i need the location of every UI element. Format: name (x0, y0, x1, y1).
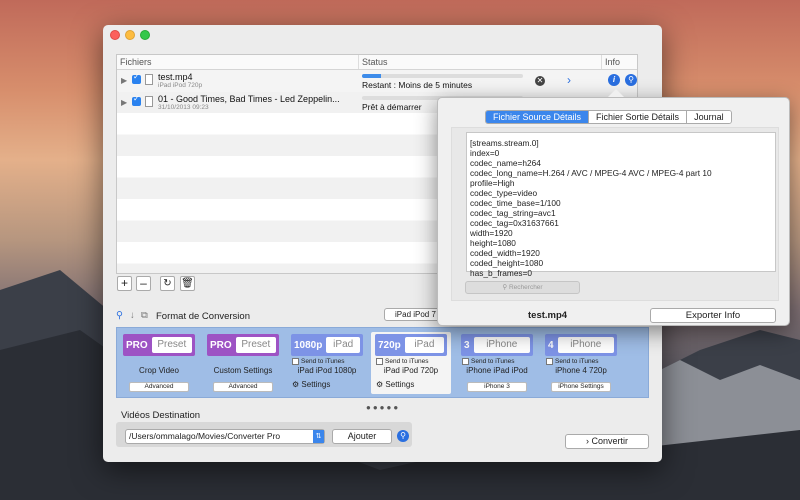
preset-name: iPhone 4 720p (555, 366, 607, 375)
minimize-button[interactable] (125, 30, 135, 40)
destination-path-select[interactable]: /Users/ommalago/Movies/Converter Pro ⇅ (125, 429, 325, 444)
remove-file-button[interactable]: – (136, 276, 151, 291)
close-button[interactable] (110, 30, 120, 40)
details-pane: [streams.stream.0] index=0 codec_name=h2… (451, 127, 779, 301)
send-to-itunes-checkbox[interactable]: Send to iTunes (462, 358, 514, 365)
details-search-field[interactable]: ⚲ Rechercher (465, 281, 580, 294)
file-name: test.mp4 (158, 72, 193, 82)
file-name: 01 - Good Times, Bad Times - Led Zeppeli… (158, 93, 340, 104)
send-to-itunes-checkbox[interactable]: Send to iTunes (376, 358, 428, 365)
trash-icon[interactable]: 🗑 (180, 276, 195, 291)
row-checkbox[interactable] (132, 72, 141, 84)
preset-card-iphone-4[interactable]: 4 iPhone Send to iTunes iPhone 4 720p iPh… (541, 332, 621, 394)
audio-file-icon (145, 95, 153, 107)
video-file-icon (145, 74, 153, 85)
file-date: 31/10/2013 09:23 (158, 103, 209, 111)
send-to-itunes-checkbox[interactable]: Send to iTunes (292, 358, 344, 365)
title-bar[interactable] (103, 25, 662, 45)
col-info[interactable]: Info (602, 55, 637, 69)
preset-name: iPad iPod 1080p (297, 366, 357, 375)
gear-icon: ⚙ (376, 380, 384, 389)
chevron-right-icon: › (585, 436, 589, 446)
search-icon[interactable]: ⚲ (397, 430, 409, 442)
tab-log[interactable]: Journal (687, 111, 731, 123)
export-info-button[interactable]: Exporter Info (650, 308, 776, 323)
details-text[interactable]: [streams.stream.0] index=0 codec_name=h2… (466, 132, 776, 278)
copy-icon[interactable]: ⧉ (141, 310, 148, 321)
status-text: Restant : Moins de 5 minutes (362, 80, 473, 90)
row-checkbox[interactable] (132, 94, 141, 106)
format-presets: PRO Preset Crop Video Advanced PRO Preset … (116, 327, 649, 398)
preset-name: Custom Settings (213, 366, 273, 375)
preset-badge: PRO Preset (123, 334, 195, 356)
preset-tab[interactable]: iPad iPod 7 (384, 308, 444, 321)
col-files[interactable]: Fichiers (117, 55, 359, 69)
preset-name: iPhone iPad iPod (466, 366, 528, 375)
info-icon[interactable]: i (608, 74, 620, 86)
settings-button[interactable]: ⚙ Settings (292, 380, 330, 389)
format-title: Format de Conversion (156, 311, 250, 322)
disclosure-icon[interactable]: ▶ (121, 76, 127, 85)
convert-button[interactable]: › Convertir (565, 434, 649, 449)
tab-source-details[interactable]: Fichier Source Détails (486, 111, 590, 123)
iphone-3-button[interactable]: iPhone 3 (467, 382, 527, 392)
disclosure-icon[interactable]: ▶ (121, 98, 127, 107)
destination-title: Vidéos Destination (121, 410, 201, 421)
preset-badge: 720p iPad (375, 334, 447, 356)
chevron-right-icon[interactable]: › (567, 73, 571, 87)
refresh-icon[interactable]: ↻ (160, 276, 175, 291)
preset-badge: PRO Preset (207, 334, 279, 356)
preset-badge: 1080p iPad (291, 334, 363, 356)
download-icon[interactable]: ↓ (130, 310, 135, 321)
preset-badge: 3 iPhone (461, 334, 533, 356)
file-list-header: Fichiers Status Info (117, 55, 637, 70)
advanced-button[interactable]: Advanced (129, 382, 189, 392)
file-preset: iPad iPod 720p (158, 82, 203, 89)
progress-fill (362, 74, 382, 78)
tab-output-details[interactable]: Fichier Sortie Détails (589, 111, 688, 123)
info-popover: Fichier Source Détails Fichier Sortie Dé… (437, 89, 790, 326)
search-icon[interactable]: ⚲ (625, 74, 637, 86)
settings-button[interactable]: ⚙ Settings (376, 380, 414, 389)
gear-icon: ⚙ (292, 380, 300, 389)
status-text: Prêt à démarrer (362, 101, 422, 112)
popover-file-name: test.mp4 (528, 310, 568, 321)
details-tabs: Fichier Source Détails Fichier Sortie Dé… (485, 110, 732, 124)
preset-card-iphone-3[interactable]: 3 iPhone Send to iTunes iPhone iPad iPod … (457, 332, 537, 394)
advanced-button[interactable]: Advanced (213, 382, 273, 392)
search-icon[interactable]: ⚲ (116, 310, 123, 321)
page-dots[interactable]: ●●●●● (366, 403, 400, 412)
progress-bar (362, 74, 523, 78)
zoom-button[interactable] (140, 30, 150, 40)
send-to-itunes-checkbox[interactable]: Send to iTunes (546, 358, 598, 365)
col-status[interactable]: Status (359, 55, 602, 69)
preset-name: Crop Video (139, 366, 179, 375)
preset-card-ipad-720p[interactable]: 720p iPad Send to iTunes iPad iPod 720p ⚙… (371, 332, 451, 394)
preset-card-crop-video[interactable]: PRO Preset Crop Video Advanced (119, 332, 199, 394)
preset-name: iPad iPod 720p (383, 366, 439, 375)
preset-badge: 4 iPhone (545, 334, 617, 356)
iphone-settings-button[interactable]: iPhone Settings (551, 382, 611, 392)
chevron-down-icon: ⇅ (313, 430, 324, 443)
preset-card-custom-settings[interactable]: PRO Preset Custom Settings Advanced (203, 332, 283, 394)
add-file-button[interactable]: + (117, 276, 132, 291)
search-icon: ⚲ (502, 284, 508, 291)
add-button[interactable]: Ajouter (332, 429, 392, 444)
stop-icon[interactable]: ✕ (535, 76, 545, 86)
preset-card-ipad-1080p[interactable]: 1080p iPad Send to iTunes iPad iPod 1080p… (287, 332, 367, 394)
table-row[interactable]: ▶ test.mp4 iPad iPod 720p Restant : Moin… (117, 70, 637, 92)
